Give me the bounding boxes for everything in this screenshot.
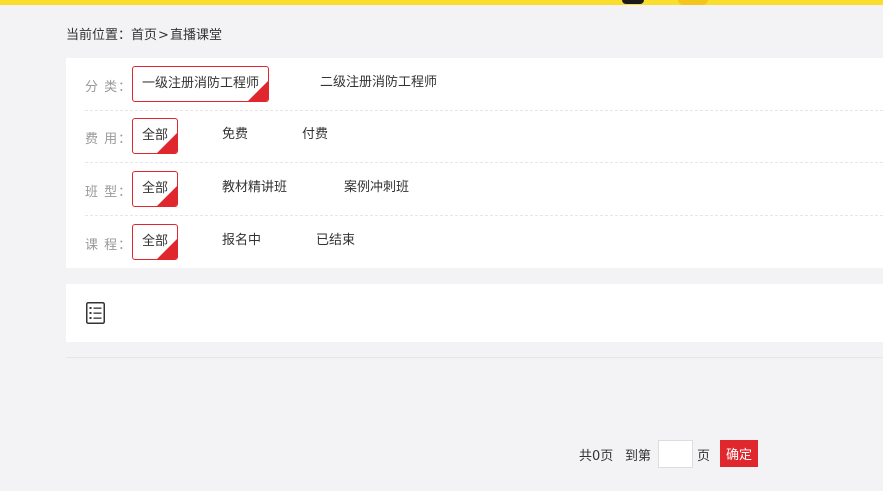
pagination-page-unit: 页 (697, 449, 711, 464)
decor-shape (622, 0, 644, 4)
filter-row-course-status: 课 程： 全部 报名中 已结束 (85, 216, 883, 269)
filter-option-label: 已结束 (316, 233, 356, 248)
breadcrumb-current: 直播课堂 (169, 28, 222, 43)
selected-corner-icon (156, 132, 178, 153)
filter-option-level1-engineer[interactable]: 一级注册消防工程师 (132, 66, 270, 102)
list-icon[interactable] (86, 302, 105, 324)
filter-label-course-status: 课 程： (85, 238, 133, 253)
filter-option-status-enrolling[interactable]: 报名中 (222, 224, 261, 260)
pagination-goto-label: 到第 (625, 449, 652, 464)
filter-row-category: 分 类： 一级注册消防工程师 二级注册消防工程师 (85, 58, 883, 111)
filter-option-status-ended[interactable]: 已结束 (316, 224, 355, 260)
filter-row-fee: 费 用： 全部 免费 付费 (85, 110, 883, 163)
filter-option-label: 教材精讲班 (222, 180, 288, 195)
filter-label-class-type: 班 型： (85, 185, 133, 200)
selected-corner-icon (156, 238, 178, 259)
breadcrumb-home-link[interactable]: 首页 (131, 24, 157, 43)
banner-decoration (622, 0, 712, 5)
filter-option-label: 案例冲刺班 (344, 180, 410, 195)
top-banner-strip (0, 0, 883, 5)
breadcrumb-prefix: 当前位置： (66, 28, 132, 43)
decor-shape (678, 0, 708, 5)
breadcrumb-separator: > (158, 28, 169, 43)
filter-option-class-case-sprint[interactable]: 案例冲刺班 (344, 171, 409, 207)
filter-option-label: 付费 (302, 127, 329, 142)
filter-option-class-textbook[interactable]: 教材精讲班 (222, 171, 287, 207)
breadcrumb: 当前位置：首页>直播课堂 (66, 24, 222, 43)
filter-option-status-all[interactable]: 全部 (132, 224, 179, 260)
divider (66, 357, 883, 358)
filter-option-class-all[interactable]: 全部 (132, 171, 179, 207)
filter-option-label: 一级注册消防工程师 (142, 76, 260, 91)
filter-option-fee-all[interactable]: 全部 (132, 118, 179, 154)
filter-row-class-type: 班 型： 全部 教材精讲班 案例冲刺班 (85, 163, 883, 216)
filter-label-category: 分 类： (85, 80, 133, 95)
pagination-total: 共0页 (579, 449, 614, 464)
filter-option-fee-free[interactable]: 免费 (222, 118, 248, 154)
filter-option-level2-engineer[interactable]: 二级注册消防工程师 (320, 66, 437, 102)
filter-panel: 分 类： 一级注册消防工程师 二级注册消防工程师 费 用： 全部 免费 付费 班… (66, 58, 883, 268)
selected-corner-icon (247, 80, 269, 101)
page-number-input[interactable] (658, 440, 693, 468)
filter-option-label: 二级注册消防工程师 (320, 75, 438, 90)
filter-option-label: 免费 (222, 127, 249, 142)
filter-option-label: 报名中 (222, 233, 262, 248)
confirm-page-button[interactable]: 确定 (720, 440, 758, 467)
filter-label-fee: 费 用： (85, 132, 133, 147)
selected-corner-icon (156, 185, 178, 206)
filter-option-fee-paid[interactable]: 付费 (302, 118, 328, 154)
course-list-panel (66, 284, 883, 342)
